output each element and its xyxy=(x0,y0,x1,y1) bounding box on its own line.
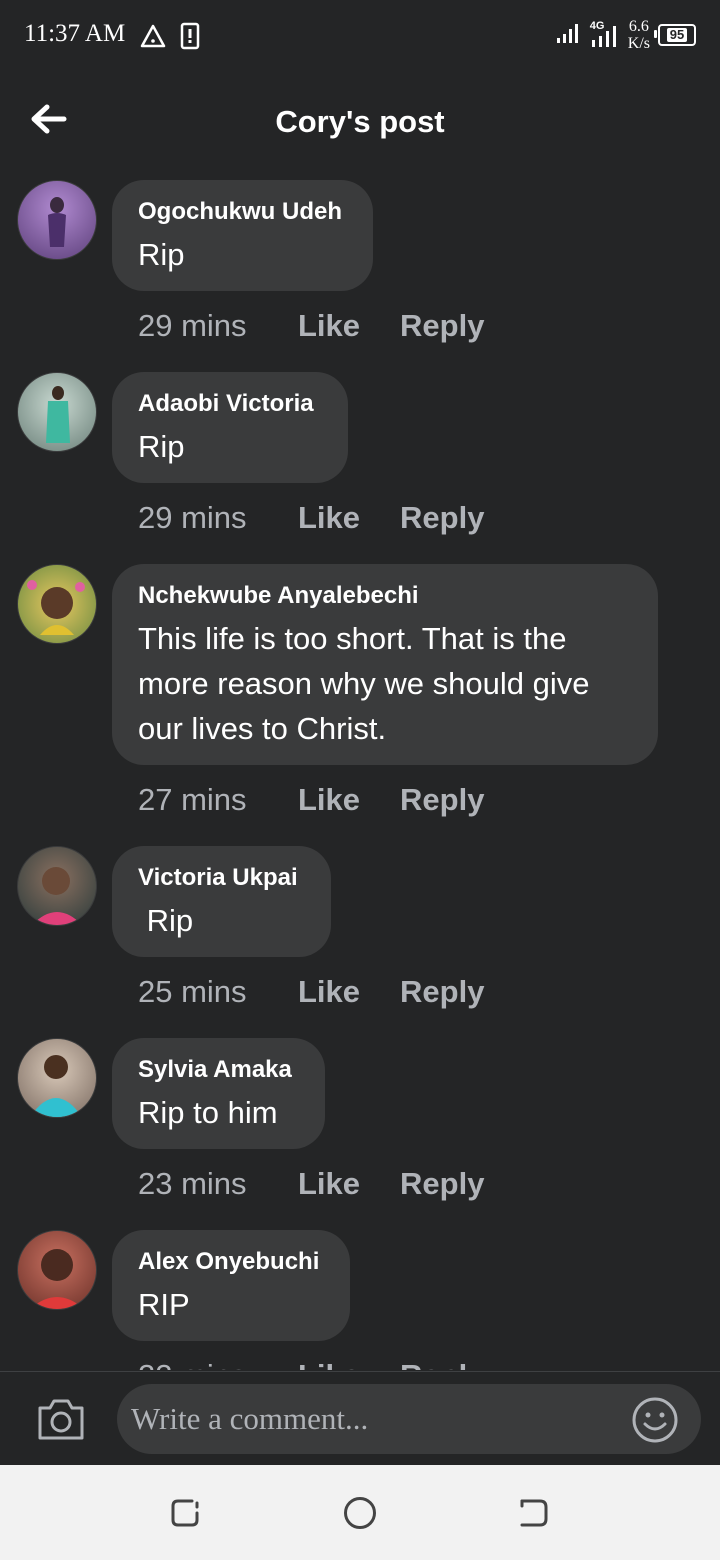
comment-author[interactable]: Alex Onyebuchi xyxy=(138,1248,324,1276)
reply-button[interactable]: Reply xyxy=(400,1358,484,1370)
reply-button[interactable]: Reply xyxy=(400,1166,484,1202)
like-button[interactable]: Like xyxy=(298,1166,360,1202)
comment-bubble[interactable]: Alex Onyebuchi RIP xyxy=(112,1230,350,1341)
signal-icon xyxy=(556,22,582,49)
status-left-icons xyxy=(140,22,200,55)
net-speed: 6.6 K/s xyxy=(628,18,650,52)
reply-button[interactable]: Reply xyxy=(400,974,484,1010)
comment-time: 27 mins xyxy=(138,782,247,817)
comment-text: Rip xyxy=(138,237,185,272)
comment-list: Ogochukwu Udeh Rip 29 mins Like Reply Ad… xyxy=(0,180,720,1370)
net-speed-unit: K/s xyxy=(627,35,650,52)
comment-author[interactable]: Victoria Ukpai xyxy=(138,864,305,892)
avatar[interactable] xyxy=(17,564,97,644)
like-button[interactable]: Like xyxy=(298,1358,360,1370)
comment-composer xyxy=(0,1371,720,1466)
comment-time: 29 mins xyxy=(138,500,247,535)
warning-icon xyxy=(140,24,166,53)
header: Cory's post xyxy=(0,80,720,164)
recents-button[interactable] xyxy=(168,1495,204,1531)
avatar[interactable] xyxy=(17,846,97,926)
signal-4g-icon: 4G xyxy=(590,20,620,48)
status-right: 4G 6.6 K/s 95 xyxy=(556,18,696,52)
camera-icon xyxy=(38,1399,84,1440)
avatar[interactable] xyxy=(17,180,97,260)
comment-author[interactable]: Nchekwube Anyalebechi xyxy=(138,582,632,610)
comment-meta: 27 mins Like Reply xyxy=(138,782,524,818)
avatar[interactable] xyxy=(17,372,97,452)
home-icon xyxy=(344,1497,376,1529)
comment-time: 23 mins xyxy=(138,1166,247,1201)
comment-bubble[interactable]: Sylvia Amaka Rip to him xyxy=(112,1038,325,1149)
comment-meta: 23 mins Like Reply xyxy=(138,1166,524,1202)
status-bar: 11:37 AM 4G 6.6 K/s 95 xyxy=(0,0,720,72)
like-button[interactable]: Like xyxy=(298,974,360,1010)
comment-time: 22 mins xyxy=(138,1358,298,1370)
page-title: Cory's post xyxy=(275,104,445,139)
net-speed-value: 6.6 xyxy=(628,18,649,35)
back-nav-button[interactable] xyxy=(516,1495,552,1531)
emoji-button[interactable] xyxy=(631,1396,679,1444)
comment-input[interactable] xyxy=(117,1384,701,1454)
comment-text: Rip to him xyxy=(138,1095,278,1130)
comment-text: Rip xyxy=(138,429,185,464)
comment-author[interactable]: Ogochukwu Udeh xyxy=(138,198,347,226)
emoji-icon xyxy=(632,1397,678,1443)
avatar[interactable] xyxy=(17,1230,97,1310)
comment-author[interactable]: Sylvia Amaka xyxy=(138,1056,299,1084)
comment-bubble[interactable]: Nchekwube Anyalebechi This life is too s… xyxy=(112,564,658,765)
comment-meta: 29 mins Like Reply xyxy=(138,500,524,536)
back-icon xyxy=(520,1499,548,1527)
comment-bubble[interactable]: Adaobi Victoria Rip xyxy=(112,372,348,483)
battery-level: 95 xyxy=(666,28,688,42)
system-nav-bar xyxy=(0,1465,720,1560)
comment-meta: 29 mins Like Reply xyxy=(138,308,524,344)
comment-bubble[interactable]: Victoria Ukpai Rip xyxy=(112,846,331,957)
reply-button[interactable]: Reply xyxy=(400,308,484,344)
comment-meta: 25 mins Like Reply xyxy=(138,974,524,1010)
recents-icon xyxy=(171,1499,199,1527)
avatar[interactable] xyxy=(17,1038,97,1118)
sim-icon xyxy=(180,22,200,55)
comment-text: RIP xyxy=(138,1287,190,1322)
comment-text: This life is too short. That is the more… xyxy=(138,621,590,746)
camera-button[interactable] xyxy=(36,1396,86,1442)
comment-time: 29 mins xyxy=(138,308,247,343)
reply-button[interactable]: Reply xyxy=(400,500,484,536)
comment-text: Rip xyxy=(138,903,194,938)
comment-time: 25 mins xyxy=(138,974,247,1009)
like-button[interactable]: Like xyxy=(298,500,360,536)
comment-author[interactable]: Adaobi Victoria xyxy=(138,390,322,418)
like-button[interactable]: Like xyxy=(298,308,360,344)
comment-bubble[interactable]: Ogochukwu Udeh Rip xyxy=(112,180,373,291)
battery-icon: 95 xyxy=(654,24,696,46)
reply-button[interactable]: Reply xyxy=(400,782,484,818)
like-button[interactable]: Like xyxy=(298,782,360,818)
home-button[interactable] xyxy=(342,1495,378,1531)
status-time: 11:37 AM xyxy=(24,20,126,47)
comment-meta: 22 mins Like Reply xyxy=(138,1358,524,1370)
